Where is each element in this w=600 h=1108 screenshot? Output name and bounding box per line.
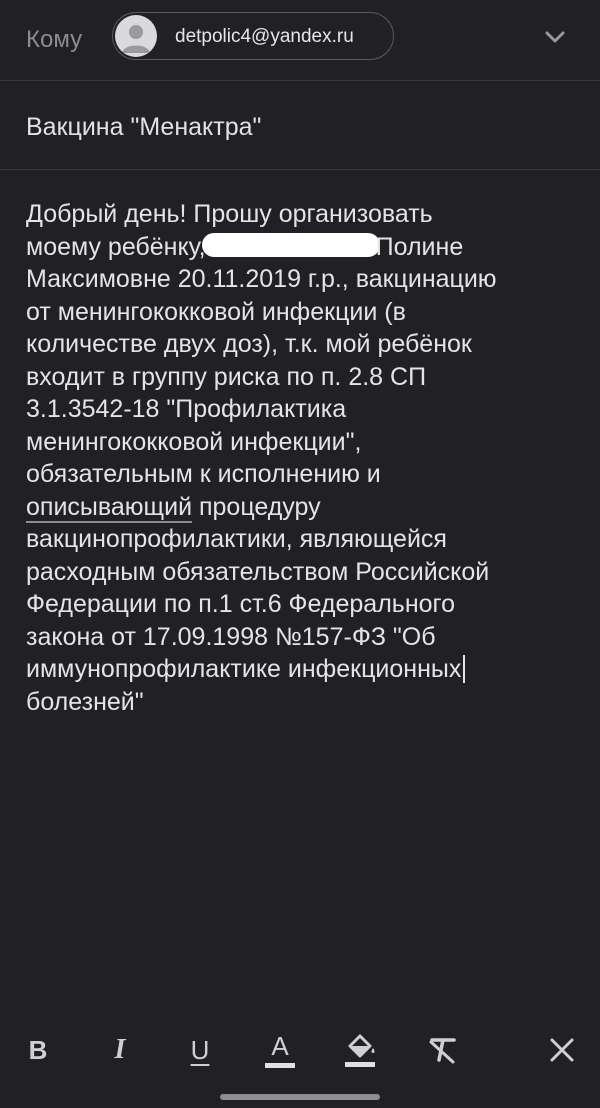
text-cursor [463, 655, 466, 683]
text-color-swatch [265, 1062, 295, 1068]
body-line-with-cursor: иммунопрофилактике инфекционных [26, 653, 586, 686]
avatar [115, 15, 157, 57]
body-line-fragment: иммунопрофилактике инфекционных [26, 655, 462, 683]
home-indicator[interactable] [220, 1094, 380, 1100]
underline-icon: U [190, 1034, 210, 1065]
subject-field[interactable]: Вакцина "Менактра" [0, 81, 600, 170]
body-line-fragment: Полине [375, 232, 464, 261]
bold-button[interactable]: B [14, 1026, 62, 1074]
body-line-underlined: описывающий процедуру [26, 491, 586, 524]
body-line: закона от 17.09.1998 №157-ФЗ "Об [26, 622, 436, 651]
clear-format-icon [429, 1038, 456, 1064]
body-line-fragment: моему ребёнку, [26, 232, 206, 261]
body-line: обязательным к исполнению и [26, 460, 381, 488]
italic-button[interactable]: I [96, 1026, 144, 1074]
close-icon [550, 1038, 574, 1062]
recipient-chip[interactable]: detpolic4@yandex.ru [112, 12, 394, 60]
to-label: Кому [26, 26, 83, 53]
body-line: Добрый день! Прошу организовать [26, 200, 433, 228]
body-line: менингококковой инфекции", [26, 427, 362, 456]
underline-button[interactable]: U [176, 1026, 224, 1074]
text-color-icon: A [271, 1030, 289, 1061]
italic-icon: I [114, 1034, 126, 1065]
body-line: входит в группу риска по п. 2.8 СП [26, 362, 427, 391]
message-body[interactable]: Добрый день! Прошу организовать моему ре… [26, 198, 586, 718]
bold-icon: B [28, 1034, 48, 1065]
body-line: 3.1.3542-18 "Профилактика [26, 395, 347, 423]
close-toolbar-button[interactable] [538, 1026, 586, 1074]
recipient-row[interactable]: Кому detpolic4@yandex.ru [0, 0, 600, 81]
body-line-redacted: моему ребёнку, Полине [26, 231, 586, 264]
person-icon [122, 25, 150, 53]
redaction-mark [201, 232, 380, 257]
body-line: от менингококковой инфекции (в [26, 297, 406, 326]
clear-formatting-button[interactable] [418, 1026, 466, 1074]
subject-text: Вакцина "Менактра" [26, 113, 262, 141]
paint-bucket-icon [345, 1034, 375, 1067]
body-line: количестве двух доз), т.к. мой ребёнок [26, 330, 472, 358]
fill-color-button[interactable] [336, 1026, 384, 1074]
chevron-down-icon[interactable] [540, 22, 570, 52]
body-line-fragment: процедуру [198, 492, 321, 521]
body-line: вакцинопрофилактики, являющейся [26, 525, 447, 553]
body-line: Федерации по п.1 ст.6 Федерального [26, 590, 456, 618]
body-line: болезней" [26, 687, 144, 716]
text-color-button[interactable]: A [256, 1026, 304, 1074]
body-line: расходным обязательством Российской [26, 557, 490, 586]
body-line: Максимовне 20.11.2019 г.р., вакцинацию [26, 265, 497, 293]
formatting-toolbar: B I U A [0, 1020, 600, 1080]
spellcheck-word[interactable]: описывающий [26, 493, 192, 521]
recipient-email: detpolic4@yandex.ru [175, 26, 354, 47]
